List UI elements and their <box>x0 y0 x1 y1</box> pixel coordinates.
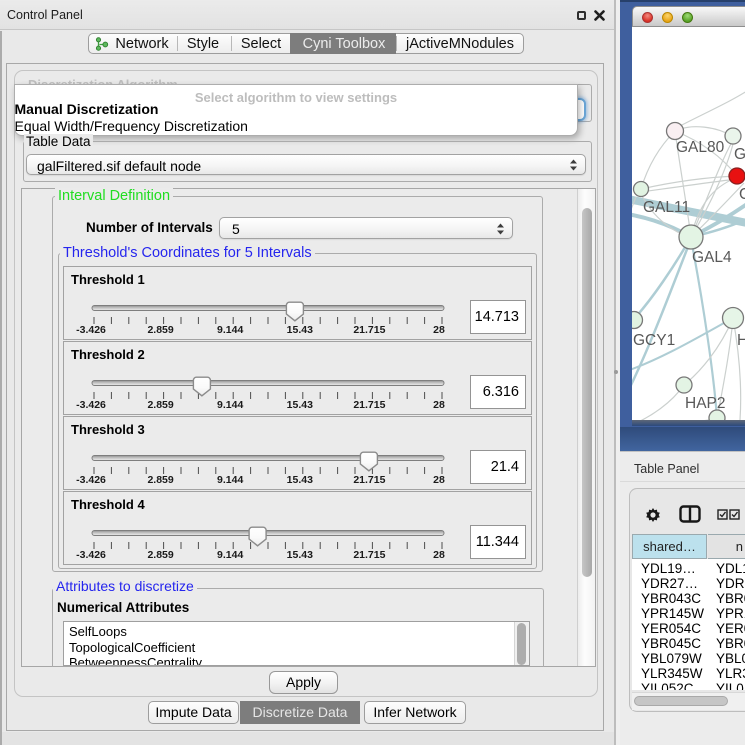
svg-text:21.715: 21.715 <box>353 549 385 561</box>
svg-text:15.43: 15.43 <box>287 399 313 411</box>
svg-text:GAL11: GAL11 <box>643 199 690 216</box>
svg-text:GAL4: GAL4 <box>692 249 732 266</box>
svg-text:28: 28 <box>433 474 445 486</box>
svg-text:28: 28 <box>433 549 445 561</box>
svg-text:9.144: 9.144 <box>217 324 243 336</box>
svg-text:28: 28 <box>433 324 445 336</box>
svg-text:15.43: 15.43 <box>287 324 313 336</box>
svg-text:21.715: 21.715 <box>353 399 385 411</box>
svg-text:9.144: 9.144 <box>217 549 243 561</box>
svg-text:H: H <box>737 332 745 349</box>
svg-text:2.859: 2.859 <box>147 399 173 411</box>
svg-text:21.715: 21.715 <box>353 324 385 336</box>
svg-text:2.859: 2.859 <box>147 474 173 486</box>
svg-text:2.859: 2.859 <box>147 324 173 336</box>
svg-text:-3.426: -3.426 <box>76 399 106 411</box>
svg-text:15.43: 15.43 <box>287 549 313 561</box>
svg-text:9.144: 9.144 <box>217 399 243 411</box>
svg-text:C: C <box>739 186 745 203</box>
svg-text:-3.426: -3.426 <box>76 474 106 486</box>
svg-text:GAL80: GAL80 <box>676 139 725 156</box>
svg-text:HAP2: HAP2 <box>685 395 726 412</box>
svg-text:-3.426: -3.426 <box>76 549 106 561</box>
svg-text:GCY1: GCY1 <box>633 332 675 349</box>
svg-text:9.144: 9.144 <box>217 474 243 486</box>
svg-text:-3.426: -3.426 <box>76 324 106 336</box>
svg-text:28: 28 <box>433 399 445 411</box>
svg-text:2.859: 2.859 <box>147 549 173 561</box>
svg-text:15.43: 15.43 <box>287 474 313 486</box>
svg-text:21.715: 21.715 <box>353 474 385 486</box>
svg-text:GA: GA <box>734 146 745 163</box>
